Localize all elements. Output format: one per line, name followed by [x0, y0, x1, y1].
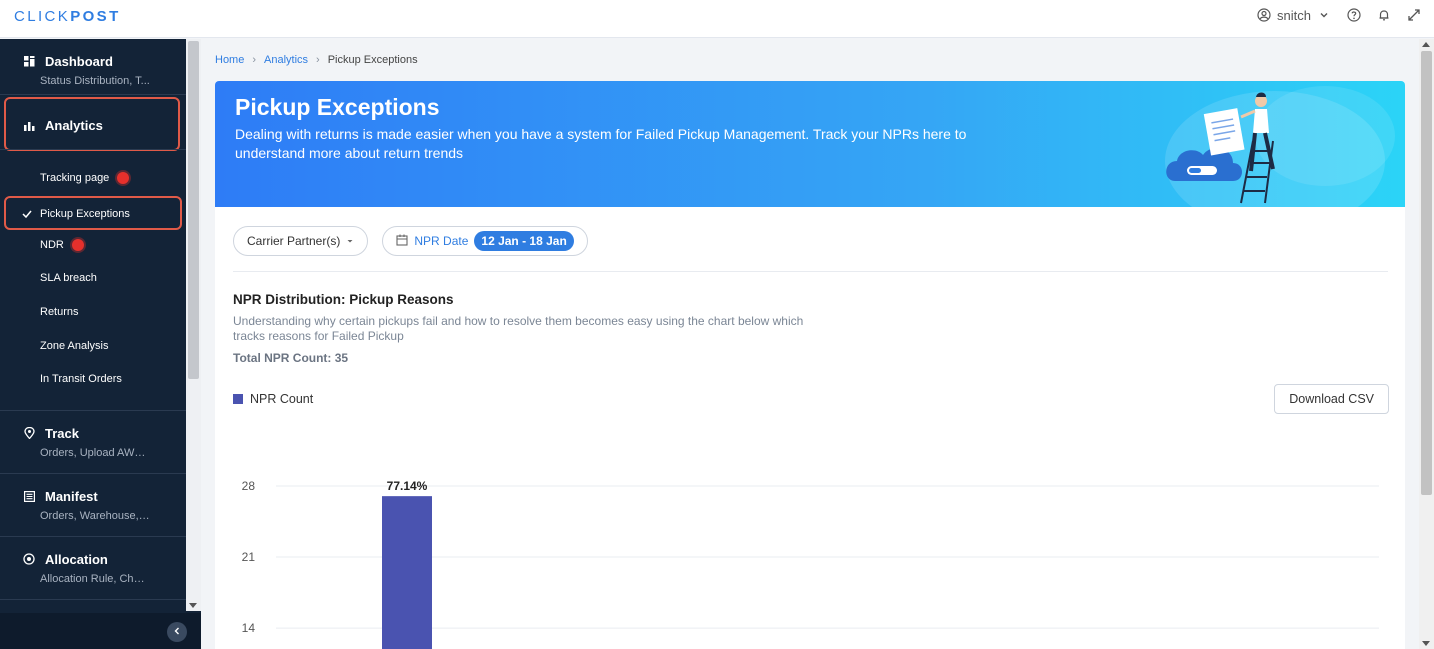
section-title: NPR Distribution: Pickup Reasons	[233, 292, 454, 307]
sidebar-subitem-sla-breach[interactable]: SLA breach	[40, 272, 97, 284]
sidebar-subitem-label: In Transit Orders	[40, 373, 122, 385]
breadcrumb: Home › Analytics › Pickup Exceptions	[215, 54, 418, 66]
divider	[0, 410, 186, 411]
sidebar-item-manifest[interactable]: Manifest Orders, Warehouse, ...	[0, 488, 186, 522]
npr-date-filter[interactable]: NPR Date 12 Jan - 18 Jan	[382, 226, 588, 256]
divider	[0, 473, 186, 474]
location-pin-icon	[21, 425, 37, 441]
sidebar-subitem-label: SLA breach	[40, 272, 97, 284]
npr-bar[interactable]	[382, 496, 432, 649]
date-range-chip[interactable]: 12 Jan - 18 Jan	[474, 231, 574, 251]
sidebar-subitem-label: NDR	[40, 239, 64, 251]
page-scrollbar-thumb[interactable]	[1421, 51, 1432, 495]
chart-legend[interactable]: NPR Count	[233, 392, 313, 406]
collapse-sidebar-button[interactable]	[167, 622, 187, 642]
alert-dot-icon	[71, 239, 84, 251]
dashboard-icon	[21, 53, 37, 69]
sidebar-item-label: Analytics	[45, 117, 103, 133]
chevron-right-icon: ›	[252, 54, 257, 66]
sidebar-subitem-in-transit-orders[interactable]: In Transit Orders	[40, 373, 122, 385]
sidebar-subitem-label: Pickup Exceptions	[40, 208, 130, 220]
bar-chart-icon	[21, 117, 37, 133]
sidebar-subitem-pickup-exceptions[interactable]: Pickup Exceptions	[22, 206, 130, 222]
chevron-down-icon	[1316, 7, 1332, 23]
scroll-up-arrow-icon[interactable]	[1422, 42, 1430, 47]
sidebar: Dashboard Status Distribution, T... Anal…	[0, 39, 201, 649]
download-csv-button[interactable]: Download CSV	[1274, 384, 1389, 414]
sidebar-subitem-label: Returns	[40, 306, 79, 318]
sidebar-item-label: Track	[45, 425, 79, 441]
sidebar-item-allocation[interactable]: Allocation Allocation Rule, Chec...	[0, 551, 186, 585]
chevron-right-icon: ›	[316, 54, 320, 66]
sidebar-item-dashboard[interactable]: Dashboard Status Distribution, T...	[0, 53, 186, 87]
user-circle-icon	[1256, 7, 1272, 23]
carrier-partner-label: Carrier Partner(s)	[247, 234, 341, 248]
page-title: Pickup Exceptions	[235, 94, 440, 120]
banner-illustration-icon	[1165, 86, 1395, 207]
divider	[233, 271, 1388, 272]
sidebar-item-label: Manifest	[45, 488, 98, 504]
divider	[0, 94, 186, 95]
main-content: Home › Analytics › Pickup Exceptions Pic…	[201, 39, 1419, 649]
sidebar-item-analytics[interactable]: Analytics	[0, 117, 186, 133]
logo-text-light: CLICK	[14, 8, 71, 25]
sidebar-subitem-ndr[interactable]: NDR	[40, 239, 84, 251]
sidebar-subitem-label: Tracking page	[40, 172, 110, 184]
clickpost-logo[interactable]: CLICKPOST	[14, 8, 121, 25]
divider	[0, 536, 186, 537]
total-npr-count: Total NPR Count: 35	[233, 351, 349, 365]
scroll-down-arrow-icon[interactable]	[1422, 641, 1430, 646]
y-tick-label: 28	[242, 479, 256, 493]
sidebar-scrollbar-thumb[interactable]	[188, 41, 199, 379]
npr-bar-chart: 14 21 28 77.14%	[242, 479, 1379, 649]
help-icon[interactable]	[1346, 7, 1362, 23]
sidebar-subitem-tracking-page[interactable]: Tracking page	[40, 172, 130, 184]
sidebar-footer	[0, 613, 201, 649]
divider	[0, 599, 186, 600]
legend-swatch	[233, 394, 243, 404]
y-tick-label: 21	[242, 550, 256, 564]
bell-icon[interactable]	[1376, 7, 1392, 23]
document-list-icon	[21, 488, 37, 504]
section-description: Understanding why certain pickups fail a…	[233, 314, 804, 343]
expand-icon[interactable]	[1406, 7, 1422, 23]
page-description: Dealing with returns is made easier when…	[235, 126, 967, 161]
chevron-left-icon	[173, 626, 181, 638]
divider	[0, 149, 186, 150]
sidebar-scrollbar[interactable]	[186, 39, 201, 611]
sidebar-item-label: Dashboard	[45, 53, 113, 69]
breadcrumb-current: Pickup Exceptions	[327, 54, 418, 66]
content-card: Pickup Exceptions Dealing with returns i…	[215, 81, 1405, 649]
check-icon	[22, 206, 32, 222]
top-bar: CLICKPOST snitch	[0, 0, 1434, 38]
breadcrumb-home[interactable]: Home	[215, 54, 244, 66]
sidebar-subitem-returns[interactable]: Returns	[40, 306, 79, 318]
logo-text-bold: POST	[70, 8, 121, 25]
breadcrumb-analytics[interactable]: Analytics	[264, 54, 308, 66]
filter-bar: Carrier Partner(s) NPR Date 12 Jan - 18 …	[233, 226, 588, 256]
user-menu[interactable]: snitch	[1256, 7, 1332, 23]
sidebar-item-subtitle: Orders, Upload AWB ...	[40, 447, 150, 459]
username-label: snitch	[1277, 7, 1311, 23]
bar-data-label: 77.14%	[387, 479, 428, 493]
scroll-down-arrow-icon[interactable]	[189, 603, 197, 608]
page-scrollbar[interactable]	[1419, 39, 1434, 649]
sidebar-subitem-zone-analysis[interactable]: Zone Analysis	[40, 340, 108, 352]
page-banner: Pickup Exceptions Dealing with returns i…	[215, 81, 1405, 207]
alert-dot-icon	[117, 172, 130, 184]
legend-label: NPR Count	[250, 392, 314, 406]
npr-date-label: NPR Date	[414, 234, 469, 248]
calendar-icon	[396, 234, 408, 249]
sidebar-item-subtitle: Orders, Warehouse, ...	[40, 510, 150, 522]
sidebar-item-label: Allocation	[45, 551, 108, 567]
sidebar-subitem-label: Zone Analysis	[40, 340, 109, 352]
target-icon	[21, 551, 37, 567]
sidebar-item-subtitle: Allocation Rule, Chec...	[40, 573, 150, 585]
sidebar-item-track[interactable]: Track Orders, Upload AWB ...	[0, 425, 186, 459]
caret-down-icon	[346, 234, 354, 248]
carrier-partner-dropdown[interactable]: Carrier Partner(s)	[233, 226, 369, 256]
sidebar-item-subtitle: Status Distribution, T...	[40, 75, 150, 87]
y-tick-label: 14	[242, 621, 256, 635]
